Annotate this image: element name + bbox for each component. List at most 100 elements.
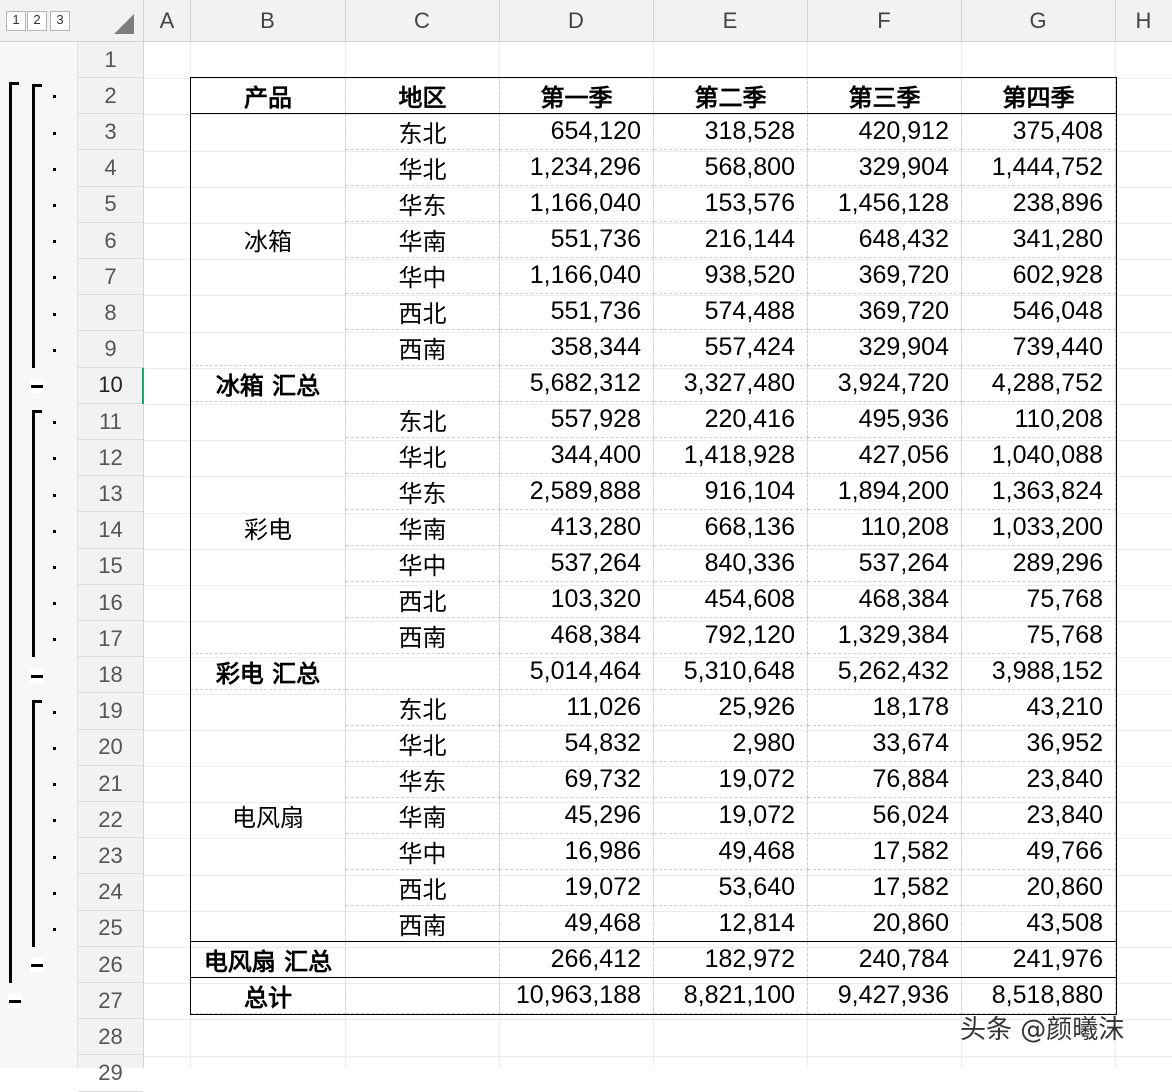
- outline-level-1-button[interactable]: 1: [6, 11, 26, 31]
- product-cell[interactable]: 电风扇: [190, 689, 346, 942]
- region-cell[interactable]: 华北: [345, 725, 500, 762]
- row-header-18[interactable]: 18: [78, 657, 143, 694]
- subtotal-value-cell[interactable]: 3,988,152: [961, 653, 1116, 690]
- row-header-14[interactable]: 14: [78, 513, 143, 549]
- value-cell[interactable]: 318,528: [653, 113, 808, 150]
- value-cell[interactable]: 220,416: [653, 401, 808, 438]
- value-cell[interactable]: 568,800: [653, 149, 808, 186]
- row-header-28[interactable]: 28: [78, 1019, 143, 1056]
- row-header-4[interactable]: 4: [78, 151, 143, 187]
- subtotal-value-cell[interactable]: 3,327,480: [653, 365, 808, 402]
- column-header-b[interactable]: B: [190, 0, 346, 41]
- total-value-cell[interactable]: 10,963,188: [499, 977, 654, 1014]
- column-header-d[interactable]: D: [499, 0, 654, 41]
- value-cell[interactable]: 375,408: [961, 113, 1116, 150]
- value-cell[interactable]: 546,048: [961, 293, 1116, 330]
- subtotal-value-cell[interactable]: 5,310,648: [653, 653, 808, 690]
- column-header-c[interactable]: C: [345, 0, 500, 41]
- value-cell[interactable]: 75,768: [961, 617, 1116, 654]
- value-cell[interactable]: 43,508: [961, 905, 1116, 942]
- value-cell[interactable]: 1,363,824: [961, 473, 1116, 510]
- subtotal-value-cell[interactable]: 5,014,464: [499, 653, 654, 690]
- value-cell[interactable]: 19,072: [653, 761, 808, 798]
- region-cell[interactable]: 西北: [345, 869, 500, 906]
- total-value-cell[interactable]: 8,821,100: [653, 977, 808, 1014]
- value-cell[interactable]: 468,384: [807, 581, 962, 618]
- value-cell[interactable]: 551,736: [499, 293, 654, 330]
- region-cell[interactable]: 华东: [345, 473, 500, 510]
- row-header-21[interactable]: 21: [78, 766, 143, 802]
- region-cell[interactable]: 华中: [345, 833, 500, 870]
- region-cell[interactable]: 华北: [345, 437, 500, 474]
- empty-cell[interactable]: [345, 365, 500, 402]
- value-cell[interactable]: 23,840: [961, 761, 1116, 798]
- value-cell[interactable]: 1,418,928: [653, 437, 808, 474]
- region-cell[interactable]: 东北: [345, 113, 500, 150]
- value-cell[interactable]: 344,400: [499, 437, 654, 474]
- outline-level-3-button[interactable]: 3: [50, 11, 70, 31]
- value-cell[interactable]: 495,936: [807, 401, 962, 438]
- value-cell[interactable]: 238,896: [961, 185, 1116, 222]
- value-cell[interactable]: 792,120: [653, 617, 808, 654]
- value-cell[interactable]: 16,986: [499, 833, 654, 870]
- header-cell[interactable]: 第四季: [961, 77, 1116, 114]
- region-cell[interactable]: 华东: [345, 185, 500, 222]
- region-cell[interactable]: 华南: [345, 509, 500, 546]
- empty-cell[interactable]: [345, 977, 500, 1014]
- row-header-3[interactable]: 3: [78, 114, 143, 151]
- value-cell[interactable]: 11,026: [499, 689, 654, 726]
- subtotal-label-cell[interactable]: 电风扇 汇总: [190, 941, 346, 978]
- value-cell[interactable]: 329,904: [807, 329, 962, 366]
- value-cell[interactable]: 1,329,384: [807, 617, 962, 654]
- value-cell[interactable]: 1,444,752: [961, 149, 1116, 186]
- region-cell[interactable]: 东北: [345, 689, 500, 726]
- row-header-15[interactable]: 15: [78, 549, 143, 585]
- select-all-corner[interactable]: [78, 0, 144, 41]
- row-header-23[interactable]: 23: [78, 838, 143, 875]
- collapse-group-minus-icon[interactable]: [30, 958, 44, 973]
- region-cell[interactable]: 西北: [345, 581, 500, 618]
- region-cell[interactable]: 华东: [345, 761, 500, 798]
- value-cell[interactable]: 938,520: [653, 257, 808, 294]
- value-cell[interactable]: 1,033,200: [961, 509, 1116, 546]
- value-cell[interactable]: 49,766: [961, 833, 1116, 870]
- row-header-12[interactable]: 12: [78, 440, 143, 477]
- value-cell[interactable]: 1,234,296: [499, 149, 654, 186]
- value-cell[interactable]: 1,040,088: [961, 437, 1116, 474]
- value-cell[interactable]: 369,720: [807, 257, 962, 294]
- header-cell[interactable]: 第二季: [653, 77, 808, 114]
- row-header-13[interactable]: 13: [78, 476, 143, 513]
- total-label-cell[interactable]: 总计: [190, 977, 346, 1014]
- column-header-a[interactable]: A: [144, 0, 191, 41]
- collapse-group-minus-icon[interactable]: [30, 378, 44, 393]
- header-cell[interactable]: 第三季: [807, 77, 962, 114]
- subtotal-value-cell[interactable]: 241,976: [961, 941, 1116, 978]
- row-header-24[interactable]: 24: [78, 875, 143, 911]
- value-cell[interactable]: 110,208: [961, 401, 1116, 438]
- value-cell[interactable]: 17,582: [807, 833, 962, 870]
- value-cell[interactable]: 602,928: [961, 257, 1116, 294]
- subtotal-value-cell[interactable]: 5,682,312: [499, 365, 654, 402]
- value-cell[interactable]: 840,336: [653, 545, 808, 582]
- value-cell[interactable]: 45,296: [499, 797, 654, 834]
- value-cell[interactable]: 537,264: [499, 545, 654, 582]
- row-header-9[interactable]: 9: [78, 332, 143, 368]
- value-cell[interactable]: 12,814: [653, 905, 808, 942]
- value-cell[interactable]: 18,178: [807, 689, 962, 726]
- value-cell[interactable]: 739,440: [961, 329, 1116, 366]
- value-cell[interactable]: 420,912: [807, 113, 962, 150]
- value-cell[interactable]: 369,720: [807, 293, 962, 330]
- subtotal-value-cell[interactable]: 240,784: [807, 941, 962, 978]
- value-cell[interactable]: 2,589,888: [499, 473, 654, 510]
- value-cell[interactable]: 916,104: [653, 473, 808, 510]
- row-header-2[interactable]: 2: [78, 78, 143, 115]
- row-header-26[interactable]: 26: [78, 947, 143, 983]
- total-value-cell[interactable]: 9,427,936: [807, 977, 962, 1014]
- value-cell[interactable]: 25,926: [653, 689, 808, 726]
- row-header-1[interactable]: 1: [78, 42, 143, 78]
- value-cell[interactable]: 54,832: [499, 725, 654, 762]
- value-cell[interactable]: 49,468: [499, 905, 654, 942]
- subtotal-value-cell[interactable]: 4,288,752: [961, 365, 1116, 402]
- row-header-29[interactable]: 29: [78, 1056, 143, 1092]
- outline-level-2-button[interactable]: 2: [27, 11, 47, 31]
